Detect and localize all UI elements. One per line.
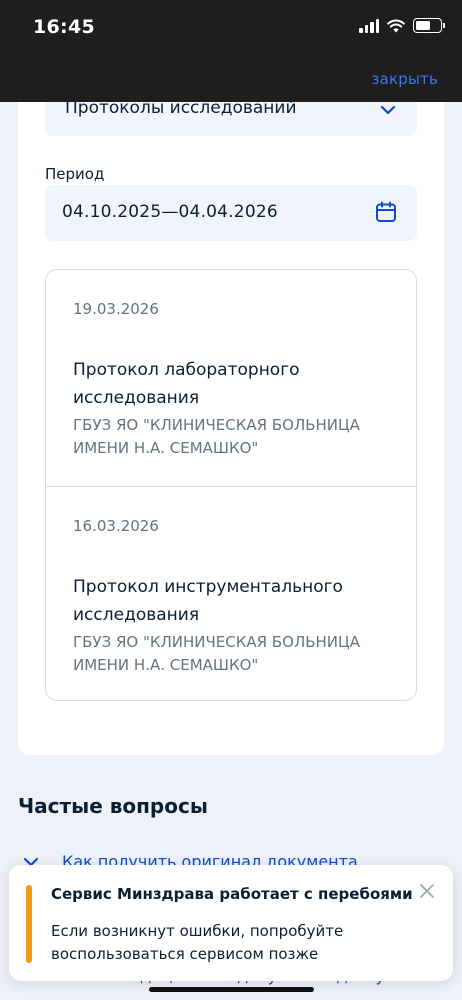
calendar-icon[interactable] <box>374 200 398 224</box>
service-warning-toast: Сервис Минздрава работает с перебоями Ес… <box>9 865 453 981</box>
battery-icon <box>413 18 445 33</box>
result-organization: ГБУЗ ЯО "КЛИНИЧЕСКАЯ БОЛЬНИЦА ИМЕНИ Н.А.… <box>73 416 360 457</box>
close-icon[interactable] <box>419 883 435 899</box>
toast-title: Сервис Минздрава работает с перебоями <box>51 885 413 903</box>
faq-title: Частые вопросы <box>18 794 208 818</box>
warning-accent-bar <box>26 885 32 963</box>
close-button[interactable]: закрыть <box>371 70 438 88</box>
result-date: 19.03.2026 <box>73 300 159 318</box>
result-organization: ГБУЗ ЯО "КЛИНИЧЕСКАЯ БОЛЬНИЦА ИМЕНИ Н.А.… <box>73 633 360 674</box>
result-title: Протокол инструментального исследования <box>73 577 343 625</box>
status-icons <box>359 18 445 33</box>
period-label: Период <box>45 165 105 183</box>
chevron-down-icon <box>380 105 396 115</box>
list-item[interactable]: 19.03.2026 Протокол лабораторного исслед… <box>46 270 416 486</box>
top-bar: 16:45 закрыть <box>0 0 462 102</box>
toast-text: Если возникнут ошибки, попробуйте воспол… <box>51 922 344 963</box>
period-value: 04.10.2025—04.04.2026 <box>62 202 278 222</box>
result-date: 16.03.2026 <box>73 517 159 535</box>
signal-icon <box>359 18 379 33</box>
wifi-icon <box>387 19 405 32</box>
status-time: 16:45 <box>33 16 95 38</box>
home-indicator <box>149 987 314 992</box>
results-list: 19.03.2026 Протокол лабораторного исслед… <box>45 269 417 701</box>
result-title: Протокол лабораторного исследования <box>73 360 300 408</box>
list-item[interactable]: 16.03.2026 Протокол инструментального ис… <box>46 486 416 702</box>
period-field[interactable]: 04.10.2025—04.04.2026 <box>45 185 417 241</box>
